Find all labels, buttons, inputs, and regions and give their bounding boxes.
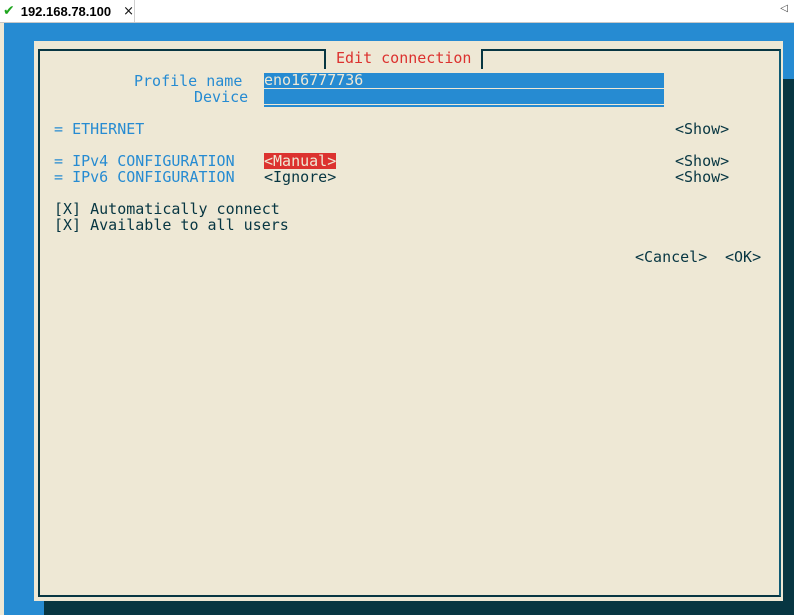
tab-bar: ✔ 192.168.78.100 × ◁ bbox=[0, 0, 794, 23]
profile-name-label: Profile name bbox=[134, 72, 243, 90]
cancel-button[interactable]: <Cancel> bbox=[635, 249, 707, 265]
ipv4-mode-dropdown[interactable]: <Manual> bbox=[264, 153, 337, 169]
all-users-checkbox[interactable]: [X] Available to all users bbox=[54, 217, 289, 233]
ipv6-label: IPv6 CONFIGURATION bbox=[72, 168, 235, 186]
all-users-label: Available to all users bbox=[90, 216, 289, 234]
auto-connect-checkbox[interactable]: [X] Automatically connect bbox=[54, 201, 280, 217]
dialog-title: Edit connection bbox=[324, 49, 484, 69]
dialog-shadow-bottom bbox=[44, 601, 794, 615]
ipv6-mode-dropdown[interactable]: <Ignore> bbox=[264, 169, 336, 185]
terminal-edge bbox=[0, 23, 4, 615]
ethernet-section: = ETHERNET bbox=[54, 121, 144, 137]
session-tab[interactable]: ✔ 192.168.78.100 × bbox=[0, 0, 135, 22]
device-input[interactable] bbox=[264, 89, 664, 105]
close-icon[interactable]: × bbox=[123, 4, 134, 19]
dialog-frame: Edit connection bbox=[38, 49, 781, 597]
all-users-box[interactable]: [X] bbox=[54, 216, 81, 234]
tab-title: 192.168.78.100 bbox=[20, 3, 112, 19]
terminal-window: Edit connection Profile name eno16777736… bbox=[0, 23, 794, 615]
ipv6-section: = IPv6 CONFIGURATION bbox=[54, 169, 235, 185]
ipv4-show-button[interactable]: <Show> bbox=[675, 153, 729, 169]
ipv4-section: = IPv4 CONFIGURATION bbox=[54, 153, 235, 169]
ipv6-show-button[interactable]: <Show> bbox=[675, 169, 729, 185]
ethernet-prefix: = bbox=[54, 120, 64, 138]
dialog-shadow-right bbox=[783, 79, 794, 615]
edit-connection-dialog: Edit connection Profile name eno16777736… bbox=[34, 41, 783, 601]
profile-name-input[interactable]: eno16777736 bbox=[264, 73, 664, 89]
check-icon: ✔ bbox=[3, 3, 15, 19]
ethernet-show-button[interactable]: <Show> bbox=[675, 121, 729, 137]
scroll-left-icon[interactable]: ◁ bbox=[780, 3, 788, 14]
device-label: Device bbox=[194, 88, 249, 106]
ipv6-prefix: = bbox=[54, 168, 64, 186]
ok-button[interactable]: <OK> bbox=[725, 249, 761, 265]
device-input-underline bbox=[264, 105, 664, 107]
ethernet-label: ETHERNET bbox=[72, 120, 145, 138]
